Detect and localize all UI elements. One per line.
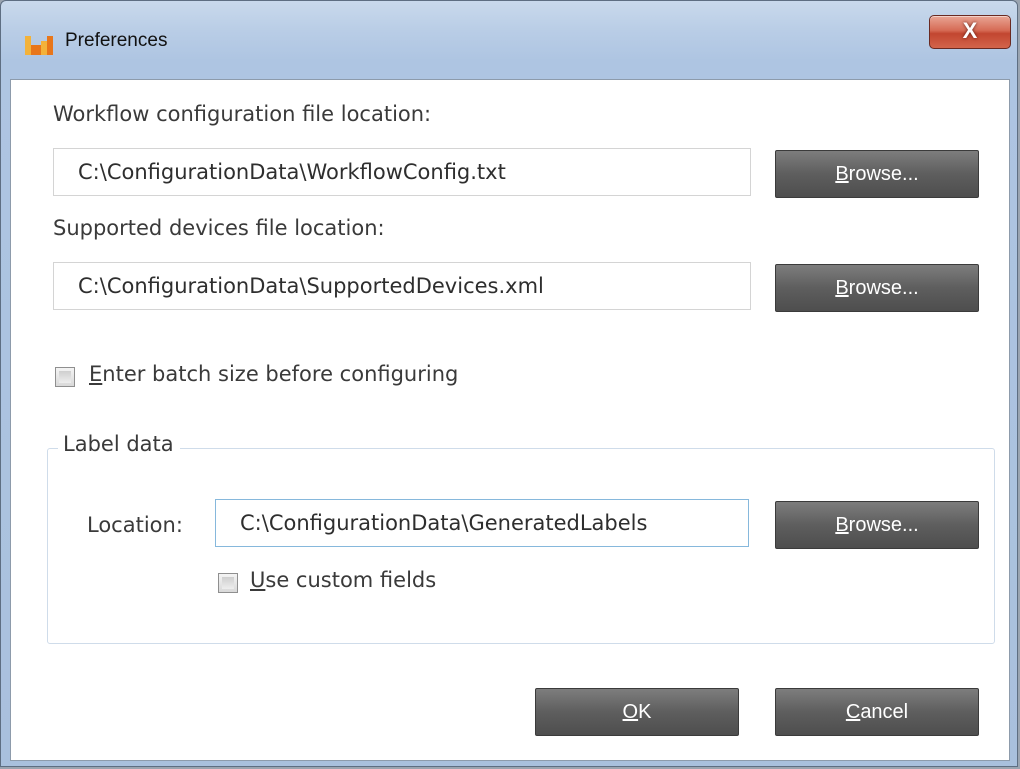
app-window-icon [25,36,53,55]
close-button[interactable]: X [929,15,1011,49]
batch-size-label[interactable]: Enter batch size before configuring [89,362,458,386]
cancel-button[interactable]: Cancel [775,688,979,736]
label-location-input[interactable]: C:\ConfigurationData\GeneratedLabels [215,499,749,547]
dialog-body: Workflow configuration file location: C:… [10,79,1010,761]
ok-button[interactable]: OK [535,688,739,736]
window-title: Preferences [65,30,168,51]
workflow-file-input[interactable]: C:\ConfigurationData\WorkflowConfig.txt [53,148,751,196]
location-label: Location: [87,513,183,537]
title-bar[interactable]: Preferences X [1,1,1017,79]
devices-file-input[interactable]: C:\ConfigurationData\SupportedDevices.xm… [53,262,751,310]
workflow-browse-button[interactable]: Browse... [775,150,979,198]
devices-file-label: Supported devices file location: [53,216,385,240]
batch-size-checkbox[interactable] [55,367,75,387]
devices-browse-button[interactable]: Browse... [775,264,979,312]
preferences-window: Preferences X Workflow configuration fil… [0,0,1018,767]
workflow-file-label: Workflow configuration file location: [53,102,432,126]
label-browse-button[interactable]: Browse... [775,501,979,549]
label-data-group-title: Label data [58,432,180,456]
custom-fields-label[interactable]: Use custom fields [250,568,436,592]
close-icon: X [962,18,978,43]
custom-fields-checkbox[interactable] [218,573,238,593]
